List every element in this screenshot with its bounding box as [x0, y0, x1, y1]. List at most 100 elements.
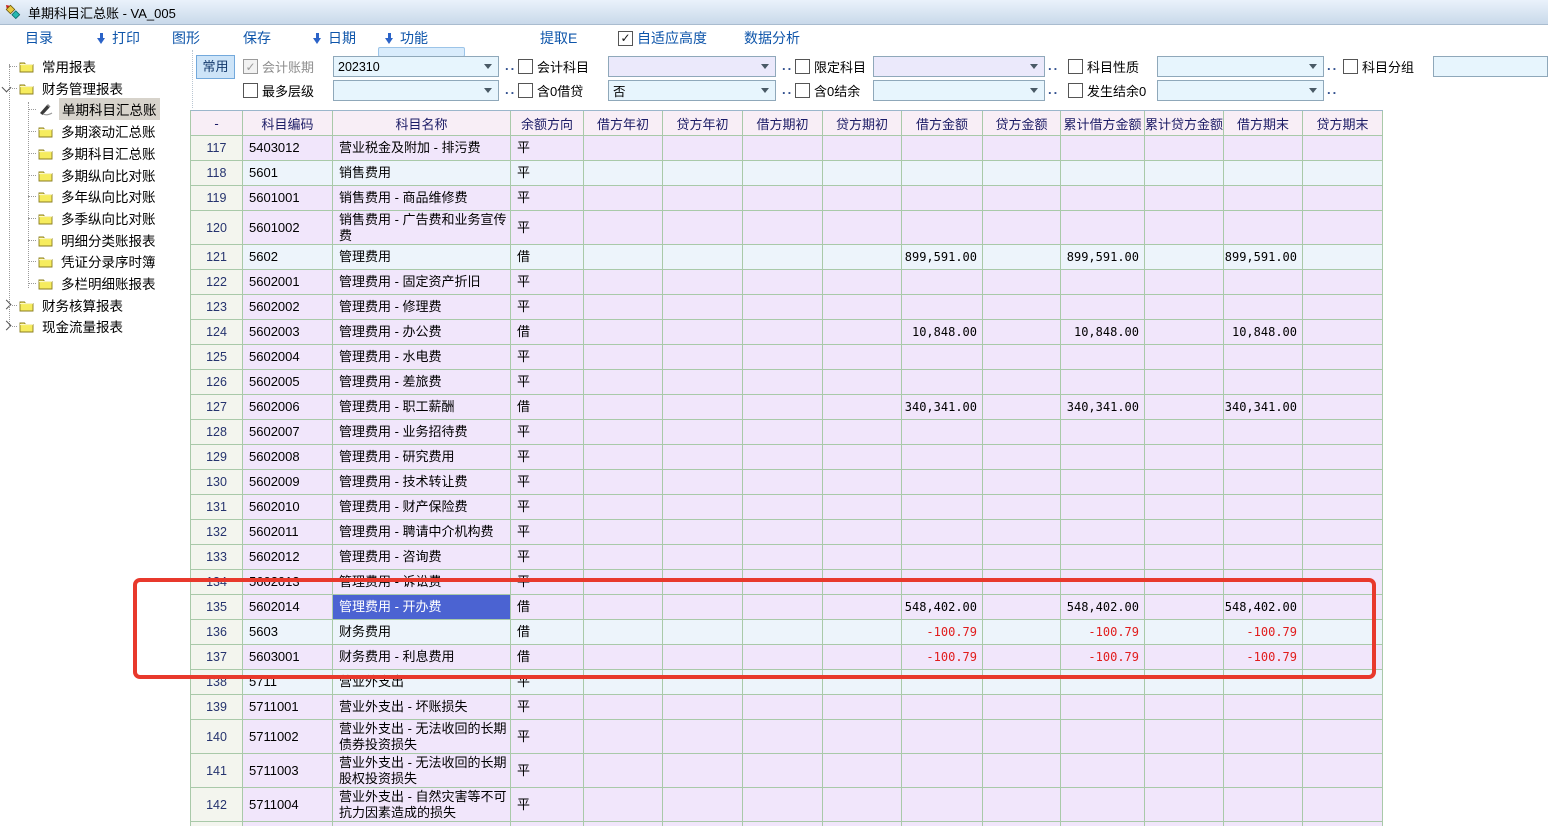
row-number-cell[interactable]: 132	[191, 520, 243, 545]
amount-cell[interactable]: 548,402.00	[902, 595, 983, 620]
amount-cell[interactable]	[663, 495, 743, 520]
amount-cell[interactable]	[902, 754, 983, 788]
amount-cell[interactable]	[1224, 720, 1303, 754]
amount-cell[interactable]	[1224, 270, 1303, 295]
amount-cell[interactable]	[1145, 420, 1224, 445]
amount-cell[interactable]	[983, 370, 1061, 395]
amount-cell[interactable]	[983, 754, 1061, 788]
amount-cell[interactable]	[743, 395, 823, 420]
amount-cell[interactable]	[1061, 161, 1145, 186]
balance-direction-cell[interactable]: 平	[511, 136, 584, 161]
account-code-cell[interactable]: 5602002	[243, 295, 333, 320]
amount-cell[interactable]	[902, 670, 983, 695]
amount-cell[interactable]	[1303, 136, 1383, 161]
amount-cell[interactable]	[584, 395, 663, 420]
balance-direction-cell[interactable]: 平	[511, 670, 584, 695]
amount-cell[interactable]	[1224, 345, 1303, 370]
amount-cell[interactable]	[1145, 445, 1224, 470]
account-name-cell[interactable]: 营业外支出 - 坏账损失	[333, 695, 511, 720]
amount-cell[interactable]	[1303, 670, 1383, 695]
toolbar-item-functions[interactable]: 功能	[385, 29, 428, 47]
toolbar-item-chart[interactable]: 图形	[172, 29, 200, 47]
amount-cell[interactable]	[584, 345, 663, 370]
amount-cell[interactable]	[1303, 445, 1383, 470]
toolbar-item-auto-height[interactable]: ✓自适应高度	[618, 29, 707, 47]
amount-cell[interactable]: 10,848.00	[1224, 320, 1303, 345]
sidebar-item-multi-period-subject[interactable]: 多期科目汇总账	[28, 143, 159, 163]
amount-cell[interactable]	[663, 822, 743, 826]
amount-cell[interactable]: 340,341.00	[1224, 395, 1303, 420]
amount-cell[interactable]	[902, 295, 983, 320]
amount-cell[interactable]	[743, 420, 823, 445]
amount-cell[interactable]	[663, 345, 743, 370]
amount-cell[interactable]: 10,848.00	[902, 320, 983, 345]
filter-limit-subject-checkbox[interactable]: 限定科目	[795, 58, 866, 75]
header-cell[interactable]: 贷方金额	[983, 111, 1061, 136]
row-number-cell[interactable]: 119	[191, 186, 243, 211]
amount-cell[interactable]	[902, 270, 983, 295]
amount-cell[interactable]	[902, 420, 983, 445]
amount-cell[interactable]	[983, 161, 1061, 186]
amount-cell[interactable]	[1303, 788, 1383, 822]
amount-cell[interactable]: 10,848.00	[1061, 320, 1145, 345]
amount-cell[interactable]	[584, 670, 663, 695]
amount-cell[interactable]	[584, 470, 663, 495]
row-number-cell[interactable]: 134	[191, 570, 243, 595]
amount-cell[interactable]	[1303, 186, 1383, 211]
row-number-cell[interactable]: 127	[191, 395, 243, 420]
toolbar-item-extract[interactable]: 提取E	[540, 29, 577, 47]
amount-cell[interactable]	[1061, 788, 1145, 822]
amount-cell[interactable]	[584, 161, 663, 186]
amount-cell[interactable]	[1224, 470, 1303, 495]
amount-cell[interactable]	[983, 420, 1061, 445]
amount-cell[interactable]	[1061, 295, 1145, 320]
amount-cell[interactable]	[1145, 520, 1224, 545]
balance-direction-cell[interactable]: 平	[511, 445, 584, 470]
amount-cell[interactable]: 340,341.00	[1061, 395, 1145, 420]
amount-cell[interactable]	[902, 470, 983, 495]
amount-cell[interactable]	[1303, 495, 1383, 520]
amount-cell[interactable]	[823, 295, 902, 320]
account-code-cell[interactable]	[243, 822, 333, 826]
amount-cell[interactable]	[902, 211, 983, 245]
amount-cell[interactable]	[823, 822, 902, 826]
account-code-cell[interactable]: 5602011	[243, 520, 333, 545]
amount-cell[interactable]	[902, 720, 983, 754]
header-cell[interactable]: 借方期末	[1224, 111, 1303, 136]
amount-cell[interactable]	[983, 570, 1061, 595]
amount-cell[interactable]	[823, 186, 902, 211]
amount-cell[interactable]	[743, 822, 823, 826]
row-number-cell[interactable]: 117	[191, 136, 243, 161]
amount-cell[interactable]	[823, 620, 902, 645]
amount-cell[interactable]	[584, 545, 663, 570]
amount-cell[interactable]	[584, 822, 663, 826]
amount-cell[interactable]	[584, 445, 663, 470]
account-name-cell[interactable]: 营业外支出 - 无法收回的长期股权投资损失	[333, 754, 511, 788]
account-name-cell[interactable]: 财务费用 - 利息费用	[333, 645, 511, 670]
amount-cell[interactable]: -100.79	[1061, 620, 1145, 645]
amount-cell[interactable]	[663, 445, 743, 470]
amount-cell[interactable]	[1303, 595, 1383, 620]
header-cell[interactable]: 借方年初	[584, 111, 663, 136]
account-name-cell[interactable]: 营业外支出 - 自然灾害等不可抗力因素造成的损失	[333, 788, 511, 822]
account-code-cell[interactable]: 5602006	[243, 395, 333, 420]
amount-cell[interactable]	[1061, 670, 1145, 695]
amount-cell[interactable]	[584, 620, 663, 645]
account-name-cell[interactable]: 管理费用 - 职工薪酬	[333, 395, 511, 420]
balance-direction-cell[interactable]: 平	[511, 161, 584, 186]
amount-cell[interactable]	[823, 370, 902, 395]
amount-cell[interactable]	[983, 345, 1061, 370]
balance-direction-cell[interactable]: 平	[511, 345, 584, 370]
account-code-cell[interactable]: 5602005	[243, 370, 333, 395]
amount-cell[interactable]	[743, 620, 823, 645]
account-code-cell[interactable]: 5711002	[243, 720, 333, 754]
amount-cell[interactable]	[1303, 695, 1383, 720]
amount-cell[interactable]	[983, 211, 1061, 245]
auto-height-checkbox[interactable]: ✓	[618, 31, 633, 46]
amount-cell[interactable]: -100.79	[1061, 645, 1145, 670]
balance-direction-cell[interactable]: 借	[511, 395, 584, 420]
amount-cell[interactable]	[983, 245, 1061, 270]
amount-cell[interactable]	[1145, 211, 1224, 245]
amount-cell[interactable]	[983, 295, 1061, 320]
header-cell[interactable]: 借方金额	[902, 111, 983, 136]
